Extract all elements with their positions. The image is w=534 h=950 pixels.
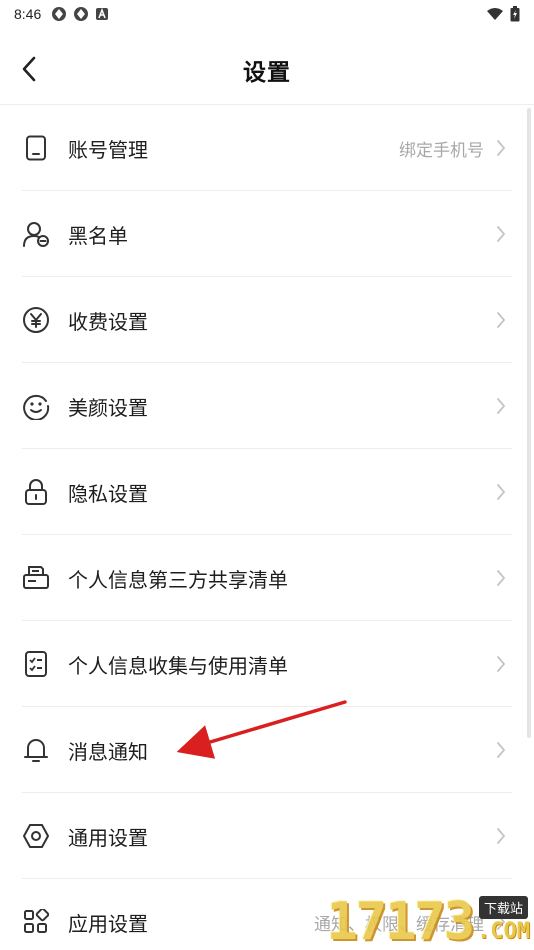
settings-item-hint: 绑定手机号 bbox=[399, 140, 484, 161]
settings-item-label: 美颜设置 bbox=[68, 395, 148, 420]
apps-grid-icon bbox=[22, 908, 50, 936]
settings-item-general[interactable]: 通用设置 bbox=[0, 793, 534, 879]
a-notification-icon bbox=[96, 7, 109, 20]
share-list-icon bbox=[22, 564, 50, 592]
watermark-tag: 下载站 bbox=[479, 896, 529, 919]
chevron-right-icon bbox=[494, 740, 508, 760]
settings-item-privacy[interactable]: 隐私设置 bbox=[0, 449, 534, 535]
settings-item-account[interactable]: 账号管理 绑定手机号 bbox=[0, 105, 534, 191]
watermark-logo: 17173 下载站 .COM bbox=[326, 896, 530, 948]
settings-item-label: 账号管理 bbox=[68, 137, 148, 162]
chevron-right-icon bbox=[494, 396, 508, 416]
chevron-right-icon bbox=[494, 138, 508, 158]
settings-item-third-party-share[interactable]: 个人信息第三方共享清单 bbox=[0, 535, 534, 621]
battery-icon bbox=[510, 6, 520, 22]
settings-item-label: 消息通知 bbox=[68, 739, 148, 764]
status-right-icons bbox=[486, 6, 520, 22]
blocked-user-icon bbox=[22, 220, 50, 248]
settings-list: 账号管理 绑定手机号 黑名单 收费设置 美颜设置 隐私设置 个人信息第三方共享清… bbox=[0, 105, 534, 950]
status-notification-icons bbox=[51, 6, 109, 22]
chevron-right-icon bbox=[494, 310, 508, 330]
phone-icon bbox=[22, 134, 50, 162]
settings-item-label: 黑名单 bbox=[68, 223, 128, 248]
settings-item-label: 应用设置 bbox=[68, 911, 148, 936]
wifi-icon bbox=[487, 8, 503, 20]
checklist-icon bbox=[22, 650, 50, 678]
gear-notification-icon bbox=[52, 7, 67, 21]
settings-item-fee[interactable]: 收费设置 bbox=[0, 277, 534, 363]
hexagon-settings-icon bbox=[22, 822, 50, 850]
gear-notification-icon bbox=[74, 7, 89, 21]
navigation-bar: 设置 bbox=[0, 40, 534, 100]
status-bar: 8:46 bbox=[0, 0, 534, 28]
lock-icon bbox=[22, 478, 50, 506]
chevron-right-icon bbox=[494, 654, 508, 674]
settings-item-label: 个人信息第三方共享清单 bbox=[68, 567, 288, 592]
status-time: 8:46 bbox=[14, 6, 42, 22]
settings-item-label: 收费设置 bbox=[68, 309, 148, 334]
chevron-right-icon bbox=[494, 826, 508, 846]
back-button[interactable] bbox=[14, 54, 44, 84]
yen-icon bbox=[22, 306, 50, 334]
chevron-left-icon bbox=[22, 56, 36, 82]
watermark-number: 17173 bbox=[326, 892, 475, 950]
settings-item-info-collection[interactable]: 个人信息收集与使用清单 bbox=[0, 621, 534, 707]
chevron-right-icon bbox=[494, 224, 508, 244]
scrollbar[interactable] bbox=[527, 108, 531, 738]
settings-item-label: 隐私设置 bbox=[68, 481, 148, 506]
chevron-right-icon bbox=[494, 482, 508, 502]
watermark-suffix: .COM bbox=[477, 919, 530, 944]
settings-item-blacklist[interactable]: 黑名单 bbox=[0, 191, 534, 277]
watermark-side: 下载站 .COM bbox=[477, 896, 530, 944]
settings-item-label: 个人信息收集与使用清单 bbox=[68, 653, 288, 678]
settings-item-label: 通用设置 bbox=[68, 825, 148, 850]
face-icon bbox=[22, 392, 50, 420]
bell-icon bbox=[22, 736, 50, 764]
settings-item-notifications[interactable]: 消息通知 bbox=[0, 707, 534, 793]
page-title: 设置 bbox=[243, 60, 291, 86]
settings-item-beauty[interactable]: 美颜设置 bbox=[0, 363, 534, 449]
chevron-right-icon bbox=[494, 568, 508, 588]
